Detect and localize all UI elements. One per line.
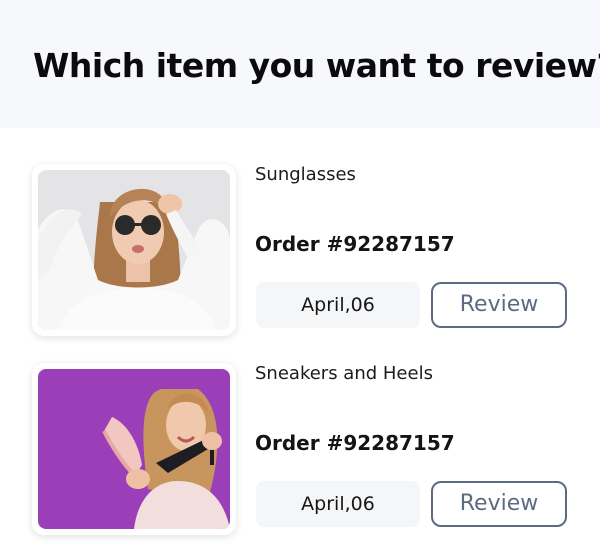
product-thumbnail[interactable] bbox=[32, 164, 236, 336]
product-photo bbox=[38, 369, 230, 529]
order-item-card[interactable]: Sneakers and Heels Order #92287157 April… bbox=[0, 363, 600, 543]
order-date: April,06 bbox=[256, 481, 420, 527]
order-date: April,06 bbox=[256, 282, 420, 328]
order-number: Order #92287157 bbox=[255, 232, 455, 256]
product-thumbnail[interactable] bbox=[32, 363, 236, 535]
review-button[interactable]: Review bbox=[431, 481, 567, 527]
item-name: Sunglasses bbox=[255, 164, 356, 185]
page-header: Which item you want to review? bbox=[0, 0, 600, 128]
product-photo bbox=[38, 170, 230, 330]
order-item-card[interactable]: Sunglasses Order #92287157 April,06 Revi… bbox=[0, 164, 600, 344]
item-name: Sneakers and Heels bbox=[255, 363, 433, 384]
order-number: Order #92287157 bbox=[255, 431, 455, 455]
review-button[interactable]: Review bbox=[431, 282, 567, 328]
page-title: Which item you want to review? bbox=[33, 46, 600, 85]
